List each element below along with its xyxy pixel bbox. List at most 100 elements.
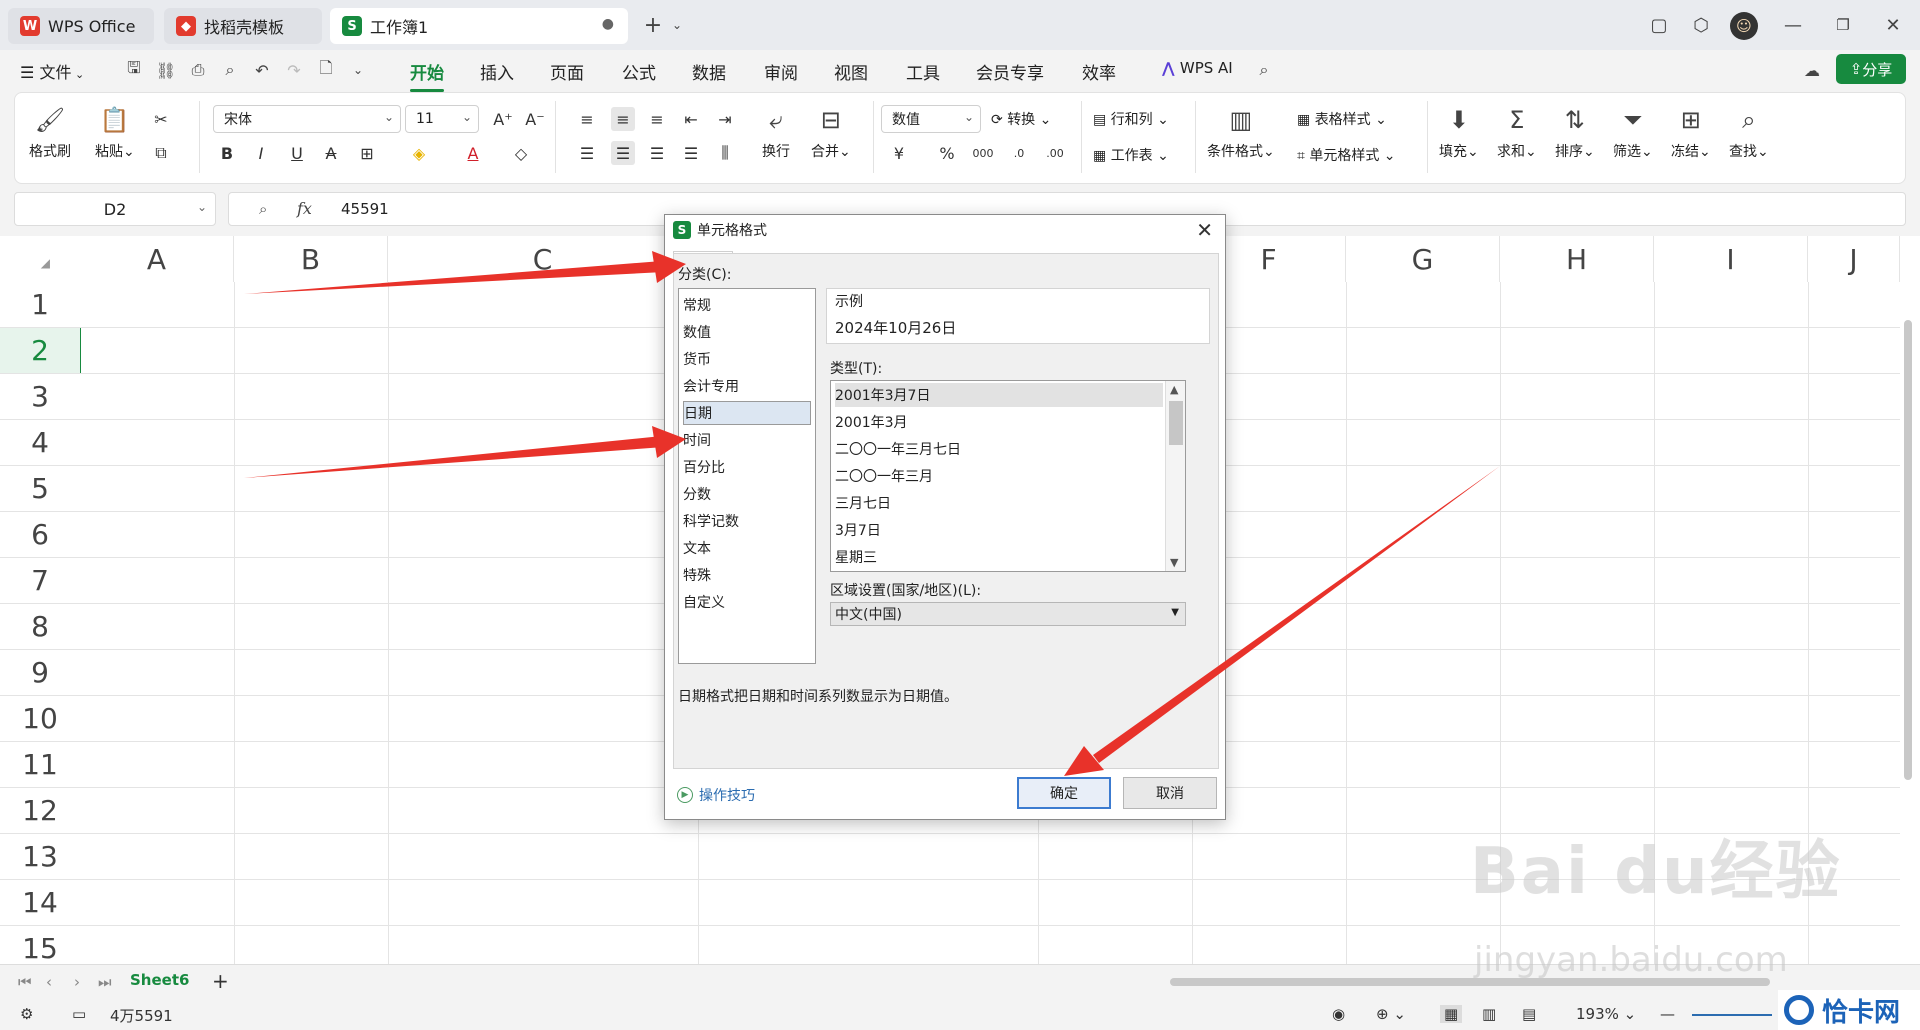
border-icon[interactable]: ⊞	[355, 141, 379, 165]
justify-icon[interactable]: ☰	[679, 141, 703, 165]
share-button[interactable]: ⇪ 分享	[1836, 54, 1906, 84]
page-break-icon[interactable]: ▤	[1522, 1005, 1536, 1023]
fill-color-icon[interactable]: ◈	[407, 141, 431, 165]
type-list-scrollbar[interactable]: ▲ ▼	[1165, 381, 1185, 571]
align-bottom-icon[interactable]: ≡	[645, 107, 669, 131]
zoom-out-icon[interactable]: —	[1660, 1005, 1675, 1023]
wrap-text-button[interactable]: ⤶ 换行	[759, 103, 793, 161]
merge-button[interactable]: ⊟ 合并⌄	[811, 103, 851, 161]
minimize-icon[interactable]: —	[1780, 12, 1806, 38]
category-item[interactable]: 货币	[683, 347, 811, 371]
first-sheet-icon[interactable]: ⏮	[18, 973, 32, 991]
category-item[interactable]: 特殊	[683, 563, 811, 587]
sum-button[interactable]: Σ 求和⌄	[1497, 103, 1537, 161]
zoom-slider[interactable]	[1692, 1014, 1772, 1016]
dialog-title-bar[interactable]: S 单元格格式	[665, 215, 1225, 245]
menu-tools[interactable]: 工具	[906, 59, 940, 84]
convert-button[interactable]: ⟳ 转换 ⌄	[991, 109, 1051, 129]
filter-button[interactable]: ⏷ 筛选⌄	[1613, 103, 1653, 161]
row-header-8[interactable]: 8	[0, 604, 80, 650]
search-icon[interactable]: ⌕	[1252, 58, 1276, 82]
wps-ai-button[interactable]: ⋀ WPS AI	[1162, 59, 1233, 77]
save-icon[interactable]: 🖫	[122, 58, 146, 82]
menu-page[interactable]: 页面	[550, 59, 584, 84]
column-header-a[interactable]: A	[80, 236, 234, 282]
tab-close-dot-icon[interactable]: ●	[602, 16, 614, 32]
menu-home[interactable]: 开始	[410, 59, 444, 92]
underline-icon[interactable]: U	[285, 141, 309, 165]
quick-access-chevron-icon[interactable]: ⌄	[346, 58, 370, 82]
type-item[interactable]: 3月7日	[835, 518, 1163, 542]
cell-mode-icon[interactable]: ▭	[72, 1005, 86, 1023]
row-header-2[interactable]: 2	[0, 328, 80, 374]
row-header-11[interactable]: 11	[0, 742, 80, 788]
sheet-tab[interactable]: Sheet6	[130, 971, 189, 989]
tab-workbook[interactable]: S 工作簿1 ●	[330, 8, 628, 44]
thousands-icon[interactable]: 000	[971, 141, 995, 165]
italic-icon[interactable]: I	[249, 141, 273, 165]
worksheet-button[interactable]: ▦ 工作表 ⌄	[1093, 145, 1169, 165]
column-header-j[interactable]: J	[1808, 236, 1900, 282]
category-item[interactable]: 日期	[683, 401, 811, 425]
category-item[interactable]: 常规	[683, 293, 811, 317]
font-size-select[interactable]: 11 ⌄	[405, 105, 479, 133]
column-header-i[interactable]: I	[1654, 236, 1808, 282]
row-header-10[interactable]: 10	[0, 696, 80, 742]
menu-formula[interactable]: 公式	[622, 59, 656, 84]
category-item[interactable]: 时间	[683, 428, 811, 452]
share-link-icon[interactable]: ⛓	[154, 58, 178, 82]
cell-style-button[interactable]: ⌗ 单元格样式 ⌄	[1297, 145, 1396, 165]
category-item[interactable]: 数值	[683, 320, 811, 344]
page-layout-icon[interactable]: ▥	[1482, 1005, 1496, 1023]
row-header-9[interactable]: 9	[0, 650, 80, 696]
eye-protect-icon[interactable]: ◉	[1332, 1005, 1345, 1023]
paste-button[interactable]: 📋 粘贴⌄	[95, 103, 135, 161]
format-painter-button[interactable]: 🖌 格式刷	[29, 103, 71, 161]
file-menu[interactable]: ☰ 文件 ⌄	[20, 59, 84, 83]
menu-review[interactable]: 审阅	[764, 59, 798, 84]
chevron-down-icon[interactable]: ⌄	[197, 200, 207, 214]
type-item[interactable]: 2001年3月	[835, 410, 1163, 434]
font-name-select[interactable]: 宋体 ⌄	[213, 105, 401, 133]
clear-format-icon[interactable]: ◇	[509, 141, 533, 165]
tab-wps-office[interactable]: W WPS Office	[8, 8, 154, 44]
type-item[interactable]: 三月七日	[835, 491, 1163, 515]
scroll-down-icon[interactable]: ▼	[1170, 556, 1178, 569]
view-mode-icon[interactable]: ⊕ ⌄	[1376, 1005, 1406, 1023]
menu-efficiency[interactable]: 效率	[1082, 59, 1116, 84]
type-item[interactable]: 星期三	[835, 545, 1163, 569]
row-header-5[interactable]: 5	[0, 466, 80, 512]
zoom-level[interactable]: 193% ⌄	[1576, 1005, 1636, 1023]
vertical-scrollbar[interactable]	[1904, 320, 1912, 780]
align-center-icon[interactable]: ☰	[611, 141, 635, 165]
category-item[interactable]: 科学记数	[683, 509, 811, 533]
align-middle-icon[interactable]: ≡	[611, 107, 635, 131]
macro-icon[interactable]: ⚙	[20, 1005, 33, 1023]
category-item[interactable]: 分数	[683, 482, 811, 506]
cloud-sync-icon[interactable]: ☁	[1800, 58, 1824, 82]
distributed-icon[interactable]: ⫼	[713, 141, 737, 165]
redo-icon[interactable]: ↷	[282, 58, 306, 82]
increase-decimal-icon[interactable]: .0	[1007, 141, 1031, 165]
column-header-b[interactable]: B	[234, 236, 388, 282]
align-right-icon[interactable]: ☰	[645, 141, 669, 165]
bold-icon[interactable]: B	[215, 141, 239, 165]
new-tab-plus-icon[interactable]: +	[640, 12, 666, 38]
cond-format-button[interactable]: ▥ 条件格式⌄	[1207, 103, 1275, 161]
row-header-3[interactable]: 3	[0, 374, 80, 420]
locale-select[interactable]: 中文(中国) ▼	[830, 602, 1186, 626]
tips-link[interactable]: ▶ 操作技巧	[677, 785, 755, 805]
menu-insert[interactable]: 插入	[480, 59, 514, 84]
row-header-13[interactable]: 13	[0, 834, 80, 880]
close-window-icon[interactable]: ✕	[1880, 12, 1906, 38]
freeze-button[interactable]: ⊞ 冻结⌄	[1671, 103, 1711, 161]
fill-button[interactable]: ⬇ 填充⌄	[1439, 103, 1479, 161]
undo-icon[interactable]: ↶	[250, 58, 274, 82]
menu-data[interactable]: 数据	[692, 59, 726, 84]
window-layout-icon[interactable]: ▢	[1646, 12, 1672, 38]
cube-icon[interactable]: ⬡	[1688, 12, 1714, 38]
column-header-h[interactable]: H	[1500, 236, 1654, 282]
row-col-button[interactable]: ▤ 行和列 ⌄	[1093, 109, 1169, 129]
type-item[interactable]: 二〇〇一年三月	[835, 464, 1163, 488]
table-style-button[interactable]: ▦ 表格样式 ⌄	[1297, 109, 1387, 129]
